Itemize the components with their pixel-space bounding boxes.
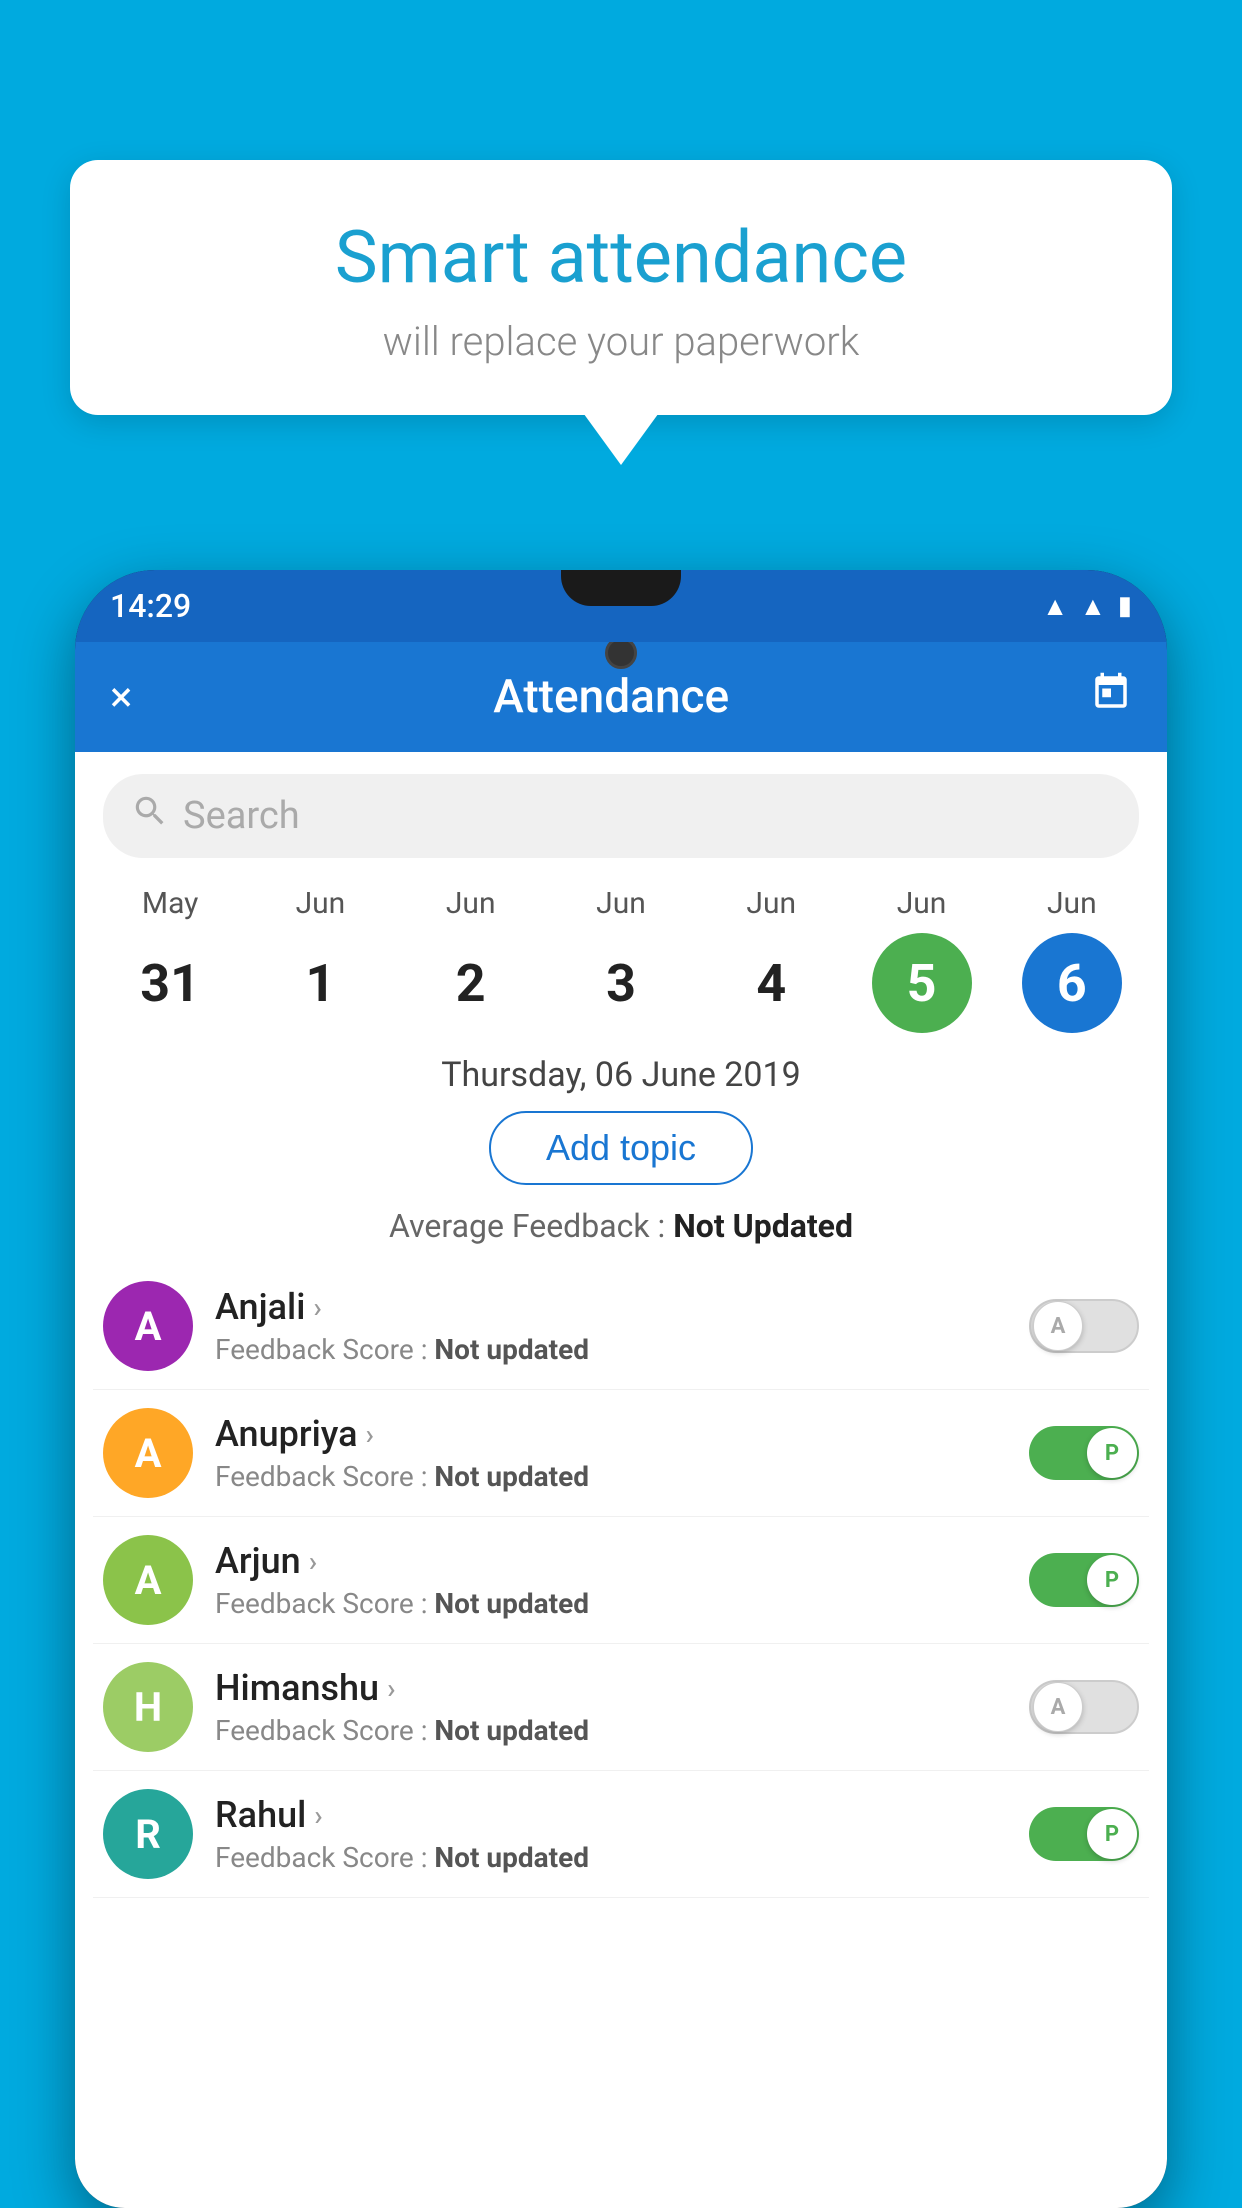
student-item: R Rahul › Feedback Score : Not updated P [93,1771,1149,1898]
student-name[interactable]: Anupriya › [215,1413,1007,1455]
toggle-knob: P [1087,1428,1137,1478]
search-placeholder: Search [183,794,300,838]
cal-date-number[interactable]: 31 [120,933,220,1033]
attendance-toggle[interactable]: P [1029,1426,1139,1480]
avatar: A [103,1281,193,1371]
student-name[interactable]: Rahul › [215,1794,1007,1836]
toggle-knob: P [1087,1809,1137,1859]
cal-month-label: Jun [446,886,496,921]
feedback-score: Feedback Score : Not updated [215,1460,1007,1493]
avatar: R [103,1789,193,1879]
chevron-icon: › [314,1799,322,1832]
status-time: 14:29 [110,587,191,625]
feedback-score: Feedback Score : Not updated [215,1841,1007,1874]
student-info[interactable]: Anupriya › Feedback Score : Not updated [215,1413,1007,1493]
signal-icon: ▲ [1080,591,1106,622]
cal-date-number[interactable]: 2 [421,933,521,1033]
selected-date-label: Thursday, 06 June 2019 [75,1055,1167,1095]
status-bar: 14:29 ▲ ▲ ▮ [75,570,1167,642]
attendance-toggle[interactable]: A [1029,1299,1139,1353]
calendar-day[interactable]: Jun 2 [406,886,536,1033]
calendar-strip: May 31 Jun 1 Jun 2 Jun 3 Jun 4 Jun 5 Jun 6 [75,876,1167,1033]
student-info[interactable]: Anjali › Feedback Score : Not updated [215,1286,1007,1366]
calendar-day[interactable]: Jun 6 [1007,886,1137,1033]
student-item: A Anupriya › Feedback Score : Not updated P [93,1390,1149,1517]
cal-month-label: Jun [296,886,346,921]
avatar: A [103,1408,193,1498]
attendance-toggle[interactable]: P [1029,1807,1139,1861]
cal-month-label: Jun [596,886,646,921]
calendar-day[interactable]: Jun 4 [706,886,836,1033]
wifi-icon: ▲ [1042,591,1068,622]
battery-icon: ▮ [1118,591,1132,621]
status-icons: ▲ ▲ ▮ [1042,591,1132,622]
avg-feedback-value: Not Updated [673,1207,853,1245]
cal-date-number[interactable]: 5 [872,933,972,1033]
cal-month-label: Jun [746,886,796,921]
cal-date-number[interactable]: 1 [270,933,370,1033]
cal-date-number[interactable]: 3 [571,933,671,1033]
close-button[interactable]: × [110,673,132,722]
cal-date-number[interactable]: 4 [721,933,821,1033]
chevron-icon: › [309,1545,317,1578]
student-name[interactable]: Himanshu › [215,1667,1007,1709]
phone-content: Search May 31 Jun 1 Jun 2 Jun 3 Jun 4 Jun 5 Jun 6 Thu… [75,752,1167,2208]
search-bar[interactable]: Search [103,774,1139,858]
student-name[interactable]: Arjun › [215,1540,1007,1582]
student-item: A Anjali › Feedback Score : Not updated A [93,1263,1149,1390]
chevron-icon: › [387,1672,395,1705]
speech-bubble: Smart attendance will replace your paper… [70,160,1172,415]
search-icon [131,792,169,840]
add-topic-button[interactable]: Add topic [489,1111,753,1185]
calendar-day[interactable]: Jun 5 [857,886,987,1033]
phone-frame: 14:29 ▲ ▲ ▮ × Attendance Search [75,570,1167,2208]
avatar: A [103,1535,193,1625]
toggle-knob: A [1033,1682,1083,1732]
avg-feedback: Average Feedback : Not Updated [75,1207,1167,1245]
feedback-score: Feedback Score : Not updated [215,1714,1007,1747]
student-name[interactable]: Anjali › [215,1286,1007,1328]
student-info[interactable]: Himanshu › Feedback Score : Not updated [215,1667,1007,1747]
bubble-subtitle: will replace your paperwork [130,318,1112,365]
student-list: AAnjali ›Feedback Score : Not updatedAAA… [75,1263,1167,1898]
student-item: H Himanshu › Feedback Score : Not updated A [93,1644,1149,1771]
calendar-day[interactable]: Jun 1 [255,886,385,1033]
feedback-score: Feedback Score : Not updated [215,1587,1007,1620]
attendance-toggle[interactable]: P [1029,1553,1139,1607]
student-item: A Arjun › Feedback Score : Not updated P [93,1517,1149,1644]
chevron-icon: › [313,1291,321,1324]
toggle-knob: P [1087,1555,1137,1605]
feedback-score: Feedback Score : Not updated [215,1333,1007,1366]
bubble-title: Smart attendance [130,215,1112,300]
cal-month-label: Jun [1047,886,1097,921]
student-info[interactable]: Arjun › Feedback Score : Not updated [215,1540,1007,1620]
attendance-toggle[interactable]: A [1029,1680,1139,1734]
toggle-knob: A [1033,1301,1083,1351]
student-info[interactable]: Rahul › Feedback Score : Not updated [215,1794,1007,1874]
avatar: H [103,1662,193,1752]
chevron-icon: › [366,1418,374,1451]
calendar-button[interactable] [1090,671,1132,724]
calendar-day[interactable]: May 31 [105,886,235,1033]
cal-month-label: Jun [897,886,947,921]
avg-feedback-label: Average Feedback : [389,1207,665,1245]
app-bar-title: Attendance [493,670,729,724]
cal-date-number[interactable]: 6 [1022,933,1122,1033]
calendar-day[interactable]: Jun 3 [556,886,686,1033]
cal-month-label: May [142,886,198,921]
